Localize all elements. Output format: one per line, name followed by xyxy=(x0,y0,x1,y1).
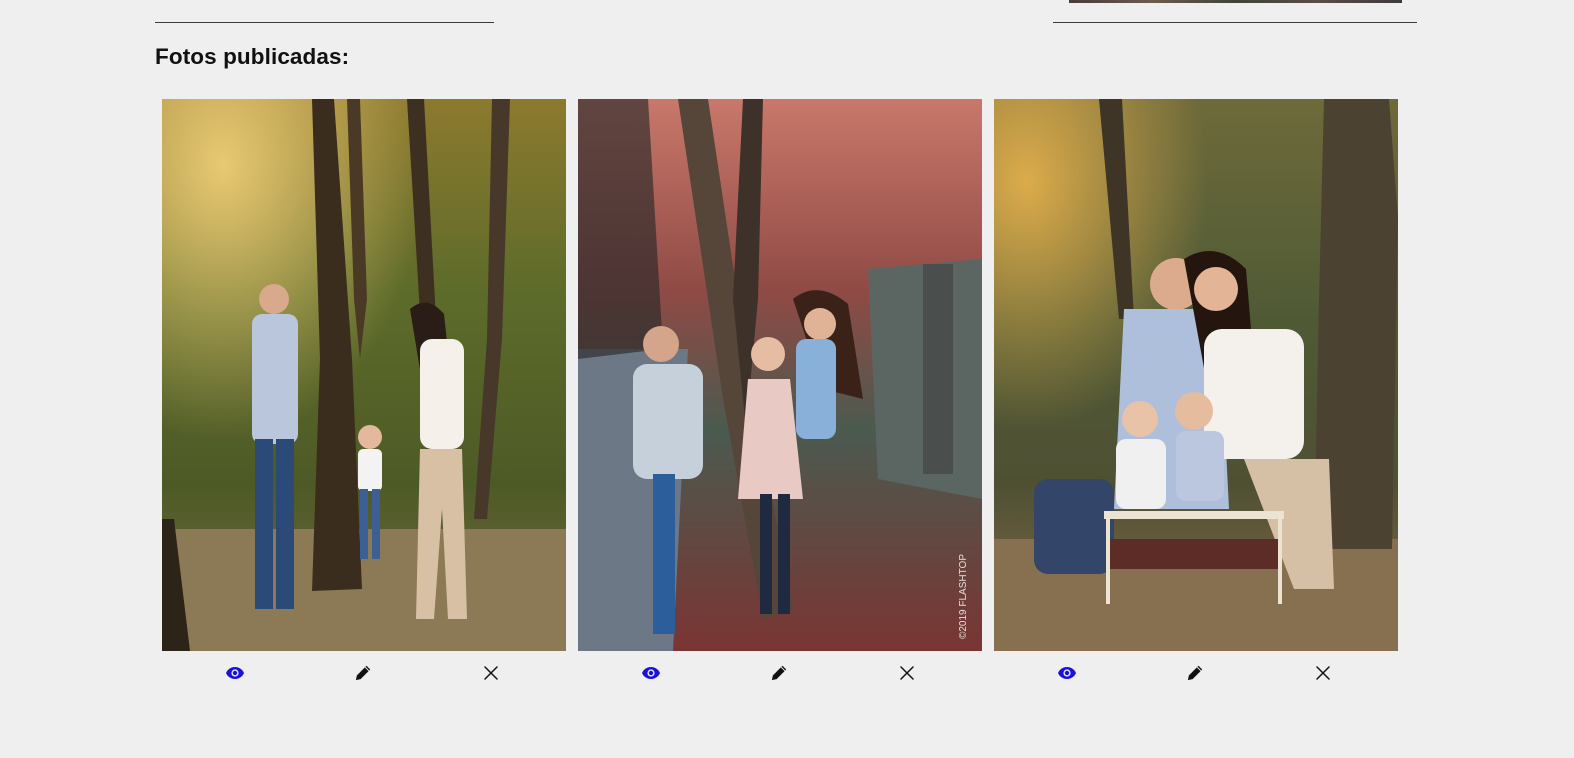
view-photo-button[interactable] xyxy=(639,661,663,685)
edit-photo-button[interactable] xyxy=(351,661,375,685)
delete-photo-button[interactable] xyxy=(1311,661,1335,685)
edit-photo-button[interactable] xyxy=(767,661,791,685)
photo-card: ©2019 FLASHTOP xyxy=(578,99,982,695)
eye-icon xyxy=(1058,667,1076,679)
view-photo-button[interactable] xyxy=(1055,661,1079,685)
divider-left xyxy=(155,22,494,23)
photo-actions xyxy=(578,651,982,695)
edit-photo-button[interactable] xyxy=(1183,661,1207,685)
photo-family-walking[interactable] xyxy=(162,99,566,651)
photo-card xyxy=(994,99,1398,695)
delete-photo-button[interactable] xyxy=(895,661,919,685)
section-title: Fotos publicadas: xyxy=(155,44,350,69)
view-photo-button[interactable] xyxy=(223,661,247,685)
previous-photo-edge xyxy=(1069,0,1402,3)
photo-family-bench[interactable] xyxy=(994,99,1398,651)
watermark-text: ©2019 FLASHTOP xyxy=(958,554,969,639)
photo-gallery: ©2019 FLASHTOP xyxy=(162,99,1399,699)
divider-right xyxy=(1053,22,1417,23)
published-photos-page: Fotos publicadas: ©2019 FLASHTOP xyxy=(0,0,1574,758)
photo-actions xyxy=(994,651,1398,695)
pencil-icon xyxy=(355,665,371,681)
close-icon xyxy=(1316,666,1330,680)
photo-actions xyxy=(162,651,566,695)
close-icon xyxy=(484,666,498,680)
eye-icon xyxy=(226,667,244,679)
eye-icon xyxy=(642,667,660,679)
photo-family-tree[interactable]: ©2019 FLASHTOP xyxy=(578,99,982,651)
pencil-icon xyxy=(771,665,787,681)
delete-photo-button[interactable] xyxy=(479,661,503,685)
pencil-icon xyxy=(1187,665,1203,681)
photo-card xyxy=(162,99,566,695)
close-icon xyxy=(900,666,914,680)
